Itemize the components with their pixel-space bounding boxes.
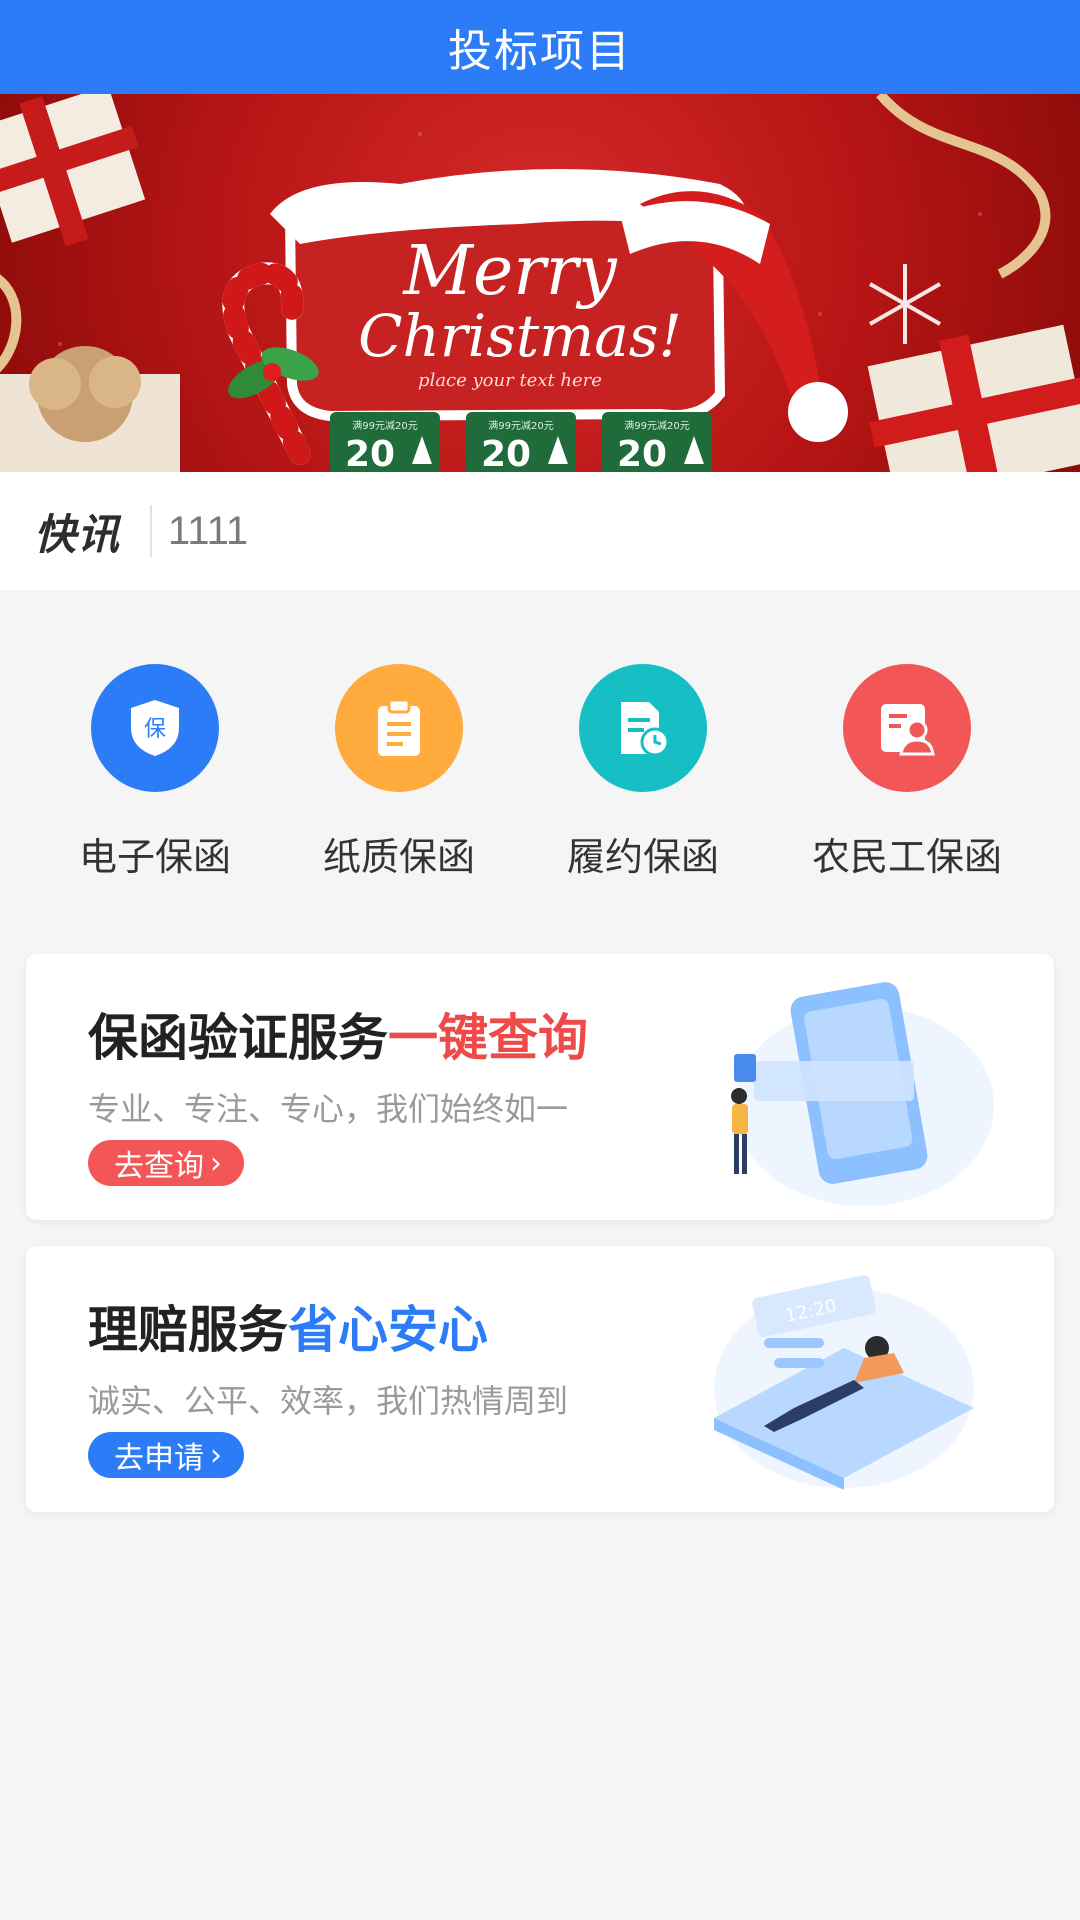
phone-search-illustration bbox=[731, 982, 994, 1206]
svg-text:place your text here: place your text here bbox=[418, 370, 602, 391]
top-bar: 投标项目 bbox=[0, 0, 1080, 94]
page-title: 投标项目 bbox=[448, 26, 632, 77]
document-clock-icon bbox=[579, 664, 707, 792]
promo-banner[interactable]: Merry Christmas! place your text here 满9… bbox=[0, 94, 1080, 472]
svg-text:20: 20 bbox=[617, 434, 667, 472]
svg-text:20: 20 bbox=[481, 434, 531, 472]
svg-text:保: 保 bbox=[144, 717, 166, 742]
chevron-right-icon: › bbox=[210, 1437, 222, 1473]
guarantee-verification-card[interactable]: 保函验证服务一键查询 专业、专注、专心，我们始终如一 去查询 › bbox=[26, 954, 1054, 1220]
svg-text:满99元减20元: 满99元减20元 bbox=[624, 420, 689, 432]
card-subtitle: 专业、专注、专心，我们始终如一 bbox=[88, 1090, 569, 1128]
quick-link-label: 电子保函 bbox=[78, 835, 231, 879]
shield-icon: 保 bbox=[91, 664, 219, 792]
svg-text:20: 20 bbox=[345, 434, 395, 472]
quick-link-label: 履约保函 bbox=[566, 835, 719, 879]
gift-box-right-icon bbox=[867, 324, 1080, 472]
quick-links: 保 电子保函 纸质保函 履约保函 农民工保函 bbox=[0, 640, 1080, 880]
relaxing-person-illustration: 12:20 bbox=[714, 1275, 974, 1490]
card-title-highlight: 一键查询 bbox=[388, 1009, 588, 1067]
clipboard-icon bbox=[335, 664, 463, 792]
snowflake-icon bbox=[869, 264, 941, 344]
svg-text:Christmas!: Christmas! bbox=[358, 302, 682, 370]
quick-link-paper-guarantee[interactable]: 纸质保函 bbox=[289, 664, 509, 881]
quick-link-label: 纸质保函 bbox=[322, 835, 475, 879]
quick-link-electronic-guarantee[interactable]: 保 电子保函 bbox=[45, 664, 265, 881]
apply-button[interactable]: 去申请 › bbox=[88, 1432, 244, 1478]
card-title: 保函验证服务一键查询 bbox=[88, 1009, 588, 1067]
svg-text:满99元减20元: 满99元减20元 bbox=[488, 420, 553, 432]
card-subtitle: 诚实、公平、效率，我们热情周到 bbox=[88, 1382, 569, 1420]
news-ticker[interactable]: 快讯 1111 bbox=[0, 472, 1080, 590]
quick-link-label: 农民工保函 bbox=[811, 835, 1002, 879]
coupon-3: 满99元减20元 20 bbox=[602, 412, 712, 472]
news-text[interactable]: 1111 bbox=[168, 509, 248, 554]
svg-text:满99元减20元: 满99元减20元 bbox=[352, 420, 417, 432]
banner-illustration: Merry Christmas! place your text here 满9… bbox=[0, 94, 1080, 472]
svg-text:Merry: Merry bbox=[401, 232, 618, 311]
card-title: 理赔服务省心安心 bbox=[88, 1301, 488, 1359]
query-button[interactable]: 去查询 › bbox=[88, 1140, 244, 1186]
claim-service-card[interactable]: 理赔服务省心安心 诚实、公平、效率，我们热情周到 去申请 › 12:20 bbox=[26, 1246, 1054, 1512]
coupon-2: 满99元减20元 20 bbox=[466, 412, 576, 472]
id-card-user-icon bbox=[843, 664, 971, 792]
coupon-1: 满99元减20元 20 bbox=[330, 412, 440, 472]
quick-link-performance-guarantee[interactable]: 履约保函 bbox=[533, 664, 753, 881]
quick-link-migrant-worker-guarantee[interactable]: 农民工保函 bbox=[797, 664, 1017, 881]
chevron-right-icon: › bbox=[210, 1145, 222, 1181]
news-divider bbox=[150, 505, 153, 557]
news-tag: 快讯 bbox=[34, 509, 121, 559]
gift-box-icon bbox=[0, 94, 146, 247]
gift-box-gold-icon bbox=[0, 346, 180, 472]
card-title-highlight: 省心安心 bbox=[288, 1301, 488, 1359]
